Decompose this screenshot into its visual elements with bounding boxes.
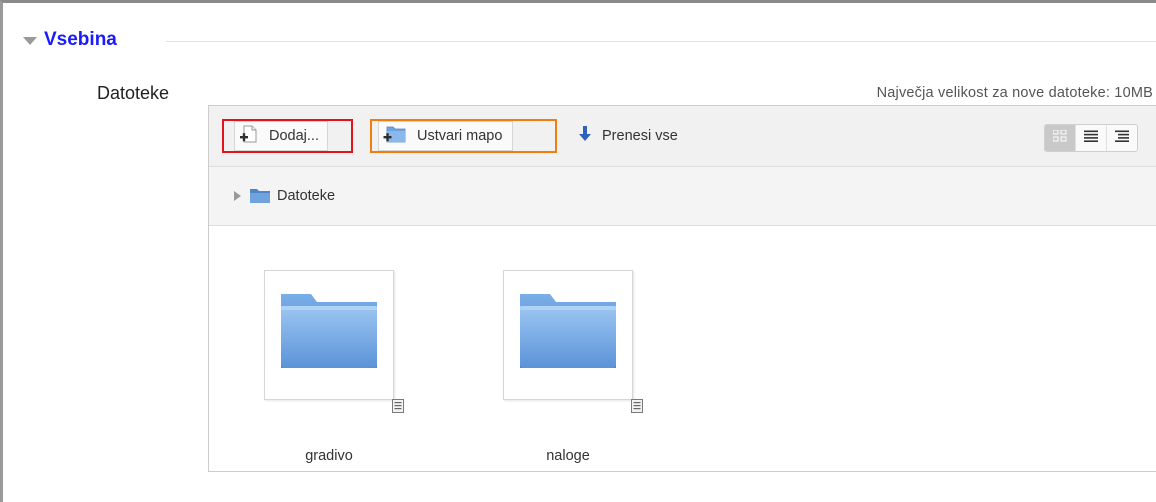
folder-icon [249, 188, 271, 204]
file-name[interactable]: gradivo [264, 448, 394, 464]
breadcrumb-item[interactable]: Datoteke [277, 188, 335, 204]
page-frame: Vsebina Datoteke Največja velikost za no… [0, 0, 1156, 502]
path-expand-icon[interactable] [234, 191, 241, 201]
create-folder-label: Ustvari mapo [417, 128, 503, 144]
folder-thumbnail[interactable] [264, 270, 394, 400]
create-folder-button-box[interactable]: Ustvari mapo [378, 121, 514, 151]
folder-icon [514, 290, 622, 381]
view-icons-button[interactable] [1045, 125, 1075, 151]
breadcrumb: Datoteke [209, 167, 1156, 226]
download-all-label: Prenesi vse [602, 128, 678, 144]
add-file-button-box[interactable]: Dodaj... [234, 121, 328, 151]
add-file-icon [239, 124, 259, 148]
folder-thumbnail[interactable] [503, 270, 633, 400]
section-header[interactable]: Vsebina [23, 29, 117, 51]
file-name[interactable]: naloge [503, 448, 633, 464]
download-all-button[interactable]: Prenesi vse [574, 119, 734, 153]
view-mode-switcher [1044, 124, 1138, 152]
file-item-folder[interactable]: naloge [448, 270, 643, 470]
add-file-button[interactable]: Dodaj... [222, 119, 353, 153]
file-manager-toolbar: Dodaj... Ustvari mapo Prenesi vse [209, 106, 1156, 167]
item-menu-icon[interactable] [630, 398, 644, 414]
new-folder-icon [383, 124, 407, 148]
section-divider [166, 41, 1156, 42]
list-view-icon [1084, 129, 1098, 147]
collapse-triangle-icon[interactable] [23, 36, 37, 45]
add-file-label: Dodaj... [269, 128, 319, 144]
create-folder-button[interactable]: Ustvari mapo [370, 119, 557, 153]
grid-view-icon [1052, 129, 1067, 147]
folder-icon [275, 290, 383, 381]
field-label: Datoteke [97, 83, 170, 103]
item-menu-icon[interactable] [391, 398, 405, 414]
view-list-button[interactable] [1075, 125, 1106, 151]
tree-view-icon [1115, 129, 1129, 147]
file-item-folder[interactable]: gradivo [209, 270, 404, 470]
download-arrow-icon [578, 125, 592, 147]
section-title[interactable]: Vsebina [44, 29, 117, 51]
file-manager: Dodaj... Ustvari mapo Prenesi vse Datote… [208, 105, 1156, 472]
view-tree-button[interactable] [1106, 125, 1137, 151]
max-size-text: Največja velikost za nove datoteke: 10MB [876, 85, 1153, 101]
